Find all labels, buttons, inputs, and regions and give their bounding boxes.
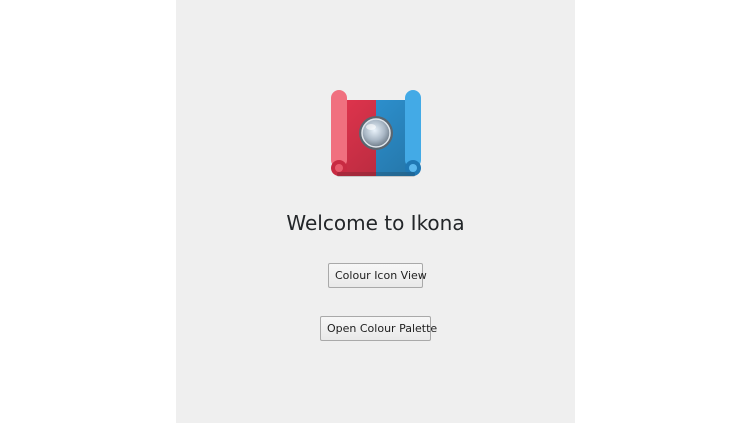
welcome-title: Welcome to Ikona xyxy=(286,211,465,235)
welcome-window: Welcome to Ikona Colour Icon View Open C… xyxy=(176,0,575,423)
open-colour-palette-button[interactable]: Open Colour Palette xyxy=(320,316,437,341)
colour-icon-view-button[interactable]: Colour Icon View xyxy=(328,263,427,288)
ikona-logo-icon xyxy=(331,88,421,180)
